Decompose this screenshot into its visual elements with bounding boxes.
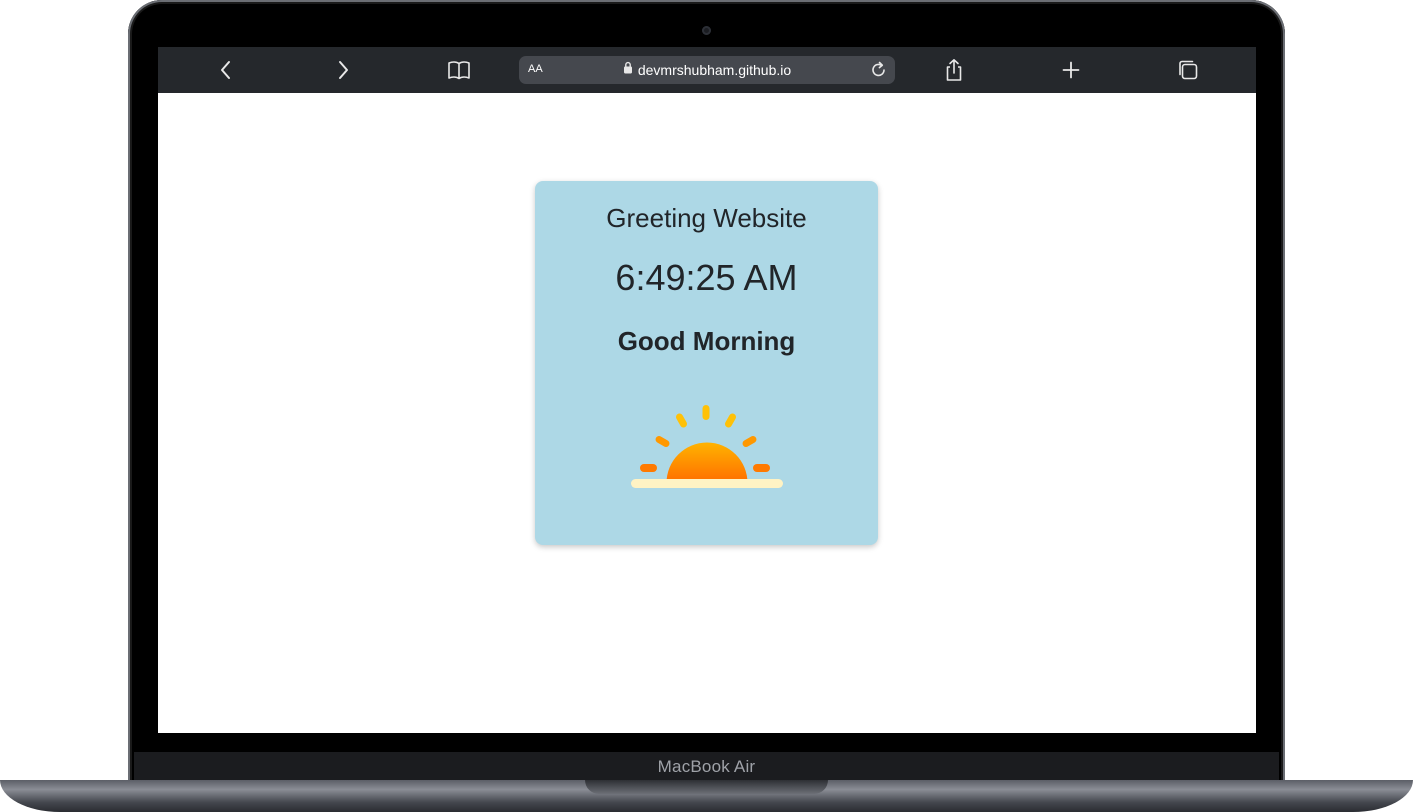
browser-toolbar: AA devmrshubham.github.io bbox=[158, 47, 1256, 93]
address-bar[interactable]: AA devmrshubham.github.io bbox=[519, 56, 895, 84]
back-button[interactable] bbox=[211, 55, 241, 85]
bookmarks-button[interactable] bbox=[444, 55, 474, 85]
sunrise-icon bbox=[631, 401, 783, 495]
tabs-button[interactable] bbox=[1173, 55, 1203, 85]
greeting-text: Good Morning bbox=[617, 326, 796, 356]
book-icon bbox=[447, 60, 471, 80]
clock-time: 6:49:25 AM bbox=[615, 257, 798, 298]
webcam bbox=[702, 26, 711, 35]
share-icon bbox=[944, 58, 964, 82]
share-button[interactable] bbox=[939, 55, 969, 85]
card-title: Greeting Website bbox=[606, 203, 807, 233]
chevron-left-icon bbox=[219, 60, 233, 80]
device-label: MacBook Air bbox=[657, 757, 756, 776]
reload-icon bbox=[872, 61, 885, 77]
url-display: devmrshubham.github.io bbox=[519, 56, 895, 84]
laptop-notch bbox=[585, 780, 828, 794]
forward-button[interactable] bbox=[328, 55, 358, 85]
laptop-mockup: MacBook Air AA devmrshubham.github.io Gr… bbox=[0, 0, 1413, 812]
greeting-card: Greeting Website 6:49:25 AM Good Morning bbox=[535, 181, 878, 545]
browser-window: AA devmrshubham.github.io Greeting Websi… bbox=[158, 47, 1256, 733]
tabs-icon bbox=[1177, 59, 1199, 81]
reload-button[interactable] bbox=[869, 60, 889, 80]
lock-icon bbox=[623, 61, 633, 79]
url-text: devmrshubham.github.io bbox=[637, 62, 792, 78]
plus-icon bbox=[1062, 61, 1080, 79]
new-tab-button[interactable] bbox=[1056, 55, 1086, 85]
chevron-right-icon bbox=[336, 60, 350, 80]
